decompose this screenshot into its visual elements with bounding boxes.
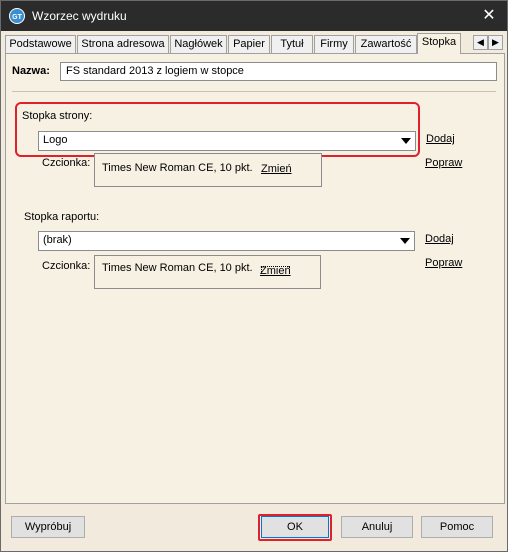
app-logo-icon: GT <box>9 8 25 24</box>
tab-papier[interactable]: Papier <box>228 35 270 53</box>
divider <box>12 91 496 92</box>
page-footer-add-link[interactable]: Dodaj <box>426 133 455 145</box>
page-footer-selected: Logo <box>43 134 68 146</box>
page-footer-font-box: Times New Roman CE, 10 pkt. Zmień <box>94 153 322 187</box>
close-icon[interactable]: ✕ <box>471 1 507 31</box>
tab-podstawowe[interactable]: Podstawowe <box>5 35 76 53</box>
tab-tytul[interactable]: Tytuł <box>271 35 313 53</box>
tab-naglowek[interactable]: Nagłówek <box>170 35 227 53</box>
tab-strona-adresowa[interactable]: Strona adresowa <box>77 35 169 53</box>
cancel-button[interactable]: Anuluj <box>341 516 413 538</box>
report-footer-select[interactable]: (brak) <box>38 231 415 251</box>
chevron-down-icon <box>401 138 411 144</box>
report-footer-change-font-link[interactable]: Zmień <box>260 265 291 277</box>
tab-stopka[interactable]: Stopka <box>417 33 461 54</box>
arrow-right-icon[interactable]: ▶ <box>488 35 503 50</box>
help-button[interactable]: Pomoc <box>421 516 493 538</box>
window-title: Wzorzec wydruku <box>32 9 127 23</box>
name-field[interactable]: FS standard 2013 z logiem w stopce <box>60 62 497 81</box>
report-footer-selected: (brak) <box>43 234 72 246</box>
page-footer-edit-link[interactable]: Popraw <box>425 157 462 169</box>
report-footer-font-label: Czcionka: <box>42 260 91 272</box>
print-template-dialog: GT Wzorzec wydruku ✕ Podstawowe Strona a… <box>0 0 508 552</box>
arrow-left-icon[interactable]: ◀ <box>473 35 488 50</box>
page-footer-font-label: Czcionka: <box>42 157 91 169</box>
page-footer-select[interactable]: Logo <box>38 131 416 151</box>
tab-firmy[interactable]: Firmy <box>314 35 354 53</box>
page-footer-change-font-link[interactable]: Zmień <box>261 163 292 175</box>
tab-strip: Podstawowe Strona adresowa Nagłówek Papi… <box>5 33 505 54</box>
tab-zawartosc[interactable]: Zawartość <box>355 35 417 53</box>
report-footer-add-link[interactable]: Dodaj <box>425 233 454 245</box>
preview-button[interactable]: Wypróbuj <box>11 516 85 538</box>
ok-button[interactable]: OK <box>261 516 329 538</box>
title-bar[interactable]: GT Wzorzec wydruku ✕ <box>1 1 507 31</box>
page-footer-font-value: Times New Roman CE, 10 pkt. <box>102 162 253 174</box>
chevron-down-icon <box>400 238 410 244</box>
report-footer-edit-link[interactable]: Popraw <box>425 257 462 269</box>
tab-panel-stopka: Nazwa: FS standard 2013 z logiem w stopc… <box>5 53 505 504</box>
report-footer-label: Stopka raportu: <box>24 211 100 223</box>
report-footer-font-value: Times New Roman CE, 10 pkt. <box>102 262 253 274</box>
svg-text:GT: GT <box>12 14 22 21</box>
page-footer-label: Stopka strony: <box>22 110 93 122</box>
name-label: Nazwa: <box>12 65 50 77</box>
report-footer-font-box: Times New Roman CE, 10 pkt. Zmień <box>94 255 321 289</box>
